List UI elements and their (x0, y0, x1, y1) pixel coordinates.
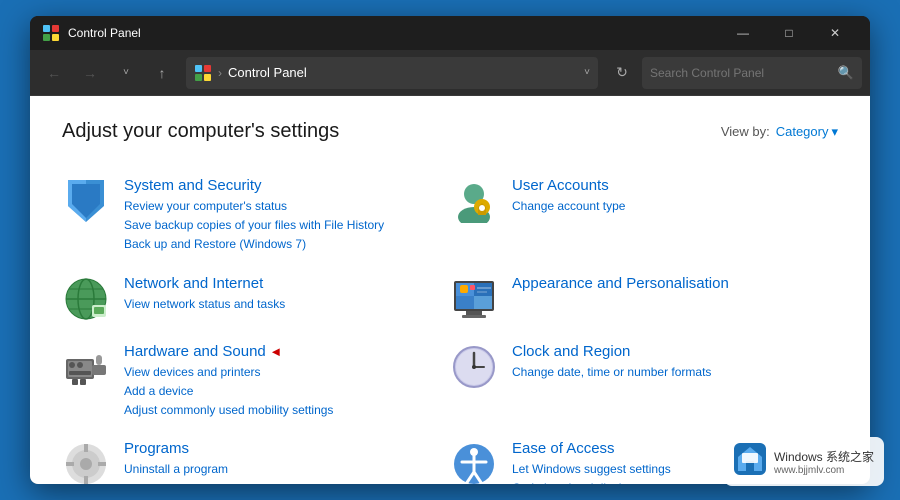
programs-icon (62, 440, 110, 484)
watermark-icon (734, 443, 766, 480)
category-appearance: Appearance and Personalisation (450, 265, 838, 333)
ease-of-access-icon (450, 440, 498, 484)
category-programs: Programs Uninstall a program (62, 430, 450, 484)
watermark: Windows 系统之家 www.bjjmlv.com (724, 437, 884, 486)
network-internet-link-1[interactable]: View network status and tasks (124, 295, 285, 314)
clock-region-content: Clock and Region Change date, time or nu… (512, 343, 711, 382)
back-button[interactable]: ← (38, 57, 70, 89)
system-security-link-3[interactable]: Back up and Restore (Windows 7) (124, 235, 384, 254)
maximize-button[interactable]: □ (766, 16, 812, 50)
refresh-button[interactable]: ↻ (606, 57, 638, 89)
ease-of-access-content: Ease of Access Let Windows suggest setti… (512, 440, 671, 484)
address-bar-icon (194, 64, 212, 82)
search-bar[interactable]: 🔍 (642, 57, 862, 89)
clock-region-title[interactable]: Clock and Region (512, 343, 630, 360)
forward-button[interactable]: → (74, 57, 106, 89)
ease-of-access-link-2[interactable]: Optimise visual display (512, 479, 671, 484)
hardware-sound-title[interactable]: Hardware and Sound (124, 343, 282, 360)
appearance-title[interactable]: Appearance and Personalisation (512, 275, 729, 292)
minimize-button[interactable]: — (720, 16, 766, 50)
system-security-content: System and Security Review your computer… (124, 177, 384, 255)
user-accounts-title[interactable]: User Accounts (512, 177, 609, 194)
search-input[interactable] (650, 66, 832, 80)
hardware-sound-content: Hardware and Sound View devices and prin… (124, 343, 333, 421)
watermark-text-block: Windows 系统之家 www.bjjmlv.com (774, 448, 874, 476)
hardware-sound-link-2[interactable]: Add a device (124, 382, 333, 401)
ease-of-access-link-1[interactable]: Let Windows suggest settings (512, 460, 671, 479)
window-title: Control Panel (68, 26, 712, 40)
category-clock-region: Clock and Region Change date, time or nu… (450, 333, 838, 431)
category-hardware-sound: Hardware and Sound View devices and prin… (62, 333, 450, 431)
view-by-value[interactable]: Category ▾ (776, 124, 838, 140)
navigation-bar: ← → ˅ ↑ › Control Panel ˅ ↻ 🔍 (30, 50, 870, 96)
window-icon (42, 24, 60, 42)
close-button[interactable]: ✕ (812, 16, 858, 50)
category-system-security: System and Security Review your computer… (62, 167, 450, 265)
address-text: Control Panel (228, 65, 578, 80)
system-security-link-1[interactable]: Review your computer's status (124, 197, 384, 216)
window-controls: — □ ✕ (720, 16, 858, 50)
content-header: Adjust your computer's settings View by:… (62, 120, 838, 143)
system-security-icon (62, 177, 110, 225)
categories-grid: System and Security Review your computer… (62, 167, 838, 484)
user-accounts-icon (450, 177, 498, 225)
view-by-label: View by: (721, 124, 770, 139)
search-icon: 🔍 (838, 65, 854, 81)
watermark-url: www.bjjmlv.com (774, 465, 874, 476)
network-internet-icon (62, 275, 110, 323)
user-accounts-link-1[interactable]: Change account type (512, 197, 625, 216)
appearance-icon (450, 275, 498, 323)
programs-content: Programs Uninstall a program (124, 440, 228, 479)
address-separator: › (218, 66, 222, 80)
category-network-internet: Network and Internet View network status… (62, 265, 450, 333)
watermark-brand: Windows 系统之家 (774, 448, 874, 465)
system-security-link-2[interactable]: Save backup copies of your files with Fi… (124, 216, 384, 235)
up-button[interactable]: ↑ (146, 57, 178, 89)
main-window: Control Panel — □ ✕ ← → ˅ ↑ › Control Pa… (30, 16, 870, 484)
clock-region-link-1[interactable]: Change date, time or number formats (512, 363, 711, 382)
network-internet-content: Network and Internet View network status… (124, 275, 285, 314)
ease-of-access-title[interactable]: Ease of Access (512, 440, 615, 457)
programs-title[interactable]: Programs (124, 440, 189, 457)
address-bar[interactable]: › Control Panel ˅ (186, 57, 598, 89)
hardware-sound-link-1[interactable]: View devices and printers (124, 363, 333, 382)
programs-link-1[interactable]: Uninstall a program (124, 460, 228, 479)
hardware-sound-icon (62, 343, 110, 391)
view-by-control: View by: Category ▾ (721, 124, 838, 140)
clock-region-icon (450, 343, 498, 391)
history-dropdown-button[interactable]: ˅ (110, 57, 142, 89)
hardware-sound-link-3[interactable]: Adjust commonly used mobility settings (124, 401, 333, 420)
category-user-accounts: User Accounts Change account type (450, 167, 838, 265)
content-area: Adjust your computer's settings View by:… (30, 96, 870, 484)
address-chevron-icon[interactable]: ˅ (584, 67, 590, 78)
network-internet-title[interactable]: Network and Internet (124, 275, 263, 292)
page-title: Adjust your computer's settings (62, 120, 339, 143)
user-accounts-content: User Accounts Change account type (512, 177, 625, 216)
appearance-content: Appearance and Personalisation (512, 275, 729, 295)
system-security-title[interactable]: System and Security (124, 177, 262, 194)
title-bar: Control Panel — □ ✕ (30, 16, 870, 50)
